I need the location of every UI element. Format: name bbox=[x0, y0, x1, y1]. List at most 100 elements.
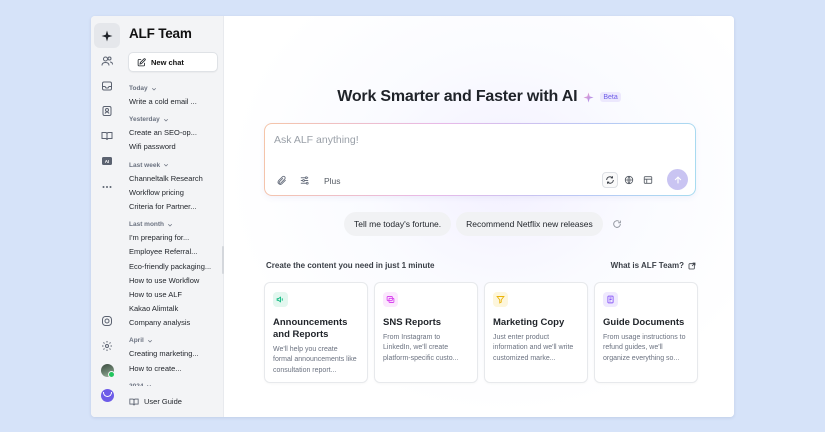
app-window: AI ALF Team New chat Today Write a cold e… bbox=[91, 16, 734, 417]
gear-icon[interactable] bbox=[94, 333, 120, 358]
globe-icon bbox=[624, 175, 634, 184]
history-item[interactable]: Wifi password bbox=[129, 140, 223, 154]
content-card[interactable]: Announcements and Reports We'll help you … bbox=[264, 282, 368, 383]
user-guide-label: User Guide bbox=[144, 397, 182, 406]
history-item[interactable]: Write a cold email ... bbox=[129, 95, 223, 109]
new-chat-label: New chat bbox=[151, 57, 184, 67]
history-group-label: Yesterday bbox=[129, 116, 160, 124]
hero-title: Work Smarter and Faster with AI bbox=[337, 88, 578, 105]
ask-input[interactable]: Ask ALF anything! bbox=[274, 134, 359, 146]
bot-icon[interactable] bbox=[94, 308, 120, 333]
section-header: Create the content you need in just 1 mi… bbox=[266, 261, 696, 270]
inbox-icon[interactable] bbox=[94, 73, 120, 98]
svg-text:AI: AI bbox=[105, 159, 110, 164]
suggestions: Tell me today's fortune. Recommend Netfl… bbox=[344, 212, 622, 236]
chevron-down-icon bbox=[151, 87, 156, 91]
people-icon[interactable] bbox=[94, 48, 120, 73]
history-item[interactable]: Company analysis bbox=[129, 316, 223, 330]
ask-actions bbox=[602, 169, 688, 190]
card-title: Marketing Copy bbox=[493, 317, 565, 328]
history-item[interactable]: Workflow pricing bbox=[129, 186, 223, 200]
main-content: Work Smarter and Faster with AI Beta Ask… bbox=[224, 16, 734, 417]
ask-box[interactable]: Ask ALF anything! Plus bbox=[264, 123, 696, 196]
chevron-down-icon bbox=[164, 164, 169, 167]
card-title: Guide Documents bbox=[603, 317, 685, 328]
card-description: From Instagram to LinkedIn, we'll create… bbox=[383, 334, 459, 362]
content-card[interactable]: Marketing Copy Just enter product informa… bbox=[484, 282, 588, 383]
history-group-label: Today bbox=[129, 85, 148, 92]
send-button[interactable] bbox=[667, 169, 688, 190]
refresh-icon bbox=[606, 175, 614, 184]
content-cards: Announcements and Reports We'll help you … bbox=[264, 282, 698, 383]
team-logo-button[interactable] bbox=[94, 383, 120, 408]
sparkle-icon bbox=[583, 91, 594, 103]
plus-label[interactable]: Plus bbox=[324, 176, 341, 186]
history-group-header[interactable]: Last week bbox=[129, 159, 223, 172]
beta-badge: Beta bbox=[600, 92, 621, 102]
team-logo-icon bbox=[100, 389, 114, 402]
document-icon bbox=[603, 292, 618, 307]
history-group-label: Last month bbox=[129, 221, 165, 229]
history-group-header[interactable]: April bbox=[129, 334, 223, 347]
sidebar-title: ALF Team bbox=[129, 26, 192, 41]
sidebar: ALF Team New chat Today Write a cold emai… bbox=[123, 16, 224, 417]
history-item[interactable]: Kakao Alimtalk bbox=[129, 302, 223, 316]
history-item[interactable]: How to create... bbox=[129, 362, 223, 376]
card-title: Announcements and Reports bbox=[273, 317, 348, 340]
card-description: Just enter product information and we'll… bbox=[493, 334, 574, 362]
card-description: From usage instructions to refund guides… bbox=[603, 334, 686, 362]
history-item[interactable]: Creating marketing... bbox=[129, 347, 223, 361]
history-item[interactable]: Criteria for Partner... bbox=[129, 200, 223, 214]
chat-icon bbox=[383, 292, 398, 307]
book-open-icon bbox=[129, 398, 139, 405]
table-button[interactable] bbox=[640, 172, 656, 188]
funnel-icon bbox=[493, 292, 508, 307]
history-group-header[interactable]: Last month bbox=[129, 218, 223, 231]
user-avatar[interactable] bbox=[94, 358, 120, 383]
nav-rail: AI bbox=[91, 16, 123, 417]
card-title: SNS Reports bbox=[383, 317, 442, 328]
chat-history: Today Write a cold email ... Yesterday Crea… bbox=[129, 82, 223, 397]
contacts-icon[interactable] bbox=[94, 99, 120, 124]
arrow-up-icon bbox=[674, 175, 681, 183]
avatar bbox=[100, 364, 115, 378]
chevron-down-icon bbox=[163, 118, 168, 122]
history-item[interactable]: How to use ALF bbox=[129, 288, 223, 302]
content-card[interactable]: SNS Reports From Instagram to LinkedIn, w… bbox=[374, 282, 478, 383]
refresh-mode-button[interactable] bbox=[602, 171, 618, 188]
new-chat-button[interactable]: New chat bbox=[128, 52, 218, 72]
content-card[interactable]: Guide Documents From usage instructions t… bbox=[594, 282, 698, 383]
history-item[interactable]: Create an SEO-op... bbox=[129, 126, 223, 140]
table-icon bbox=[643, 175, 653, 184]
card-description: We'll help you create formal announcemen… bbox=[273, 346, 357, 374]
refresh-suggestions-icon[interactable] bbox=[612, 219, 622, 229]
book-icon[interactable] bbox=[94, 124, 120, 149]
history-item[interactable]: Employee Referral... bbox=[129, 245, 223, 259]
ask-tools: Plus bbox=[276, 175, 341, 186]
edit-icon bbox=[137, 57, 146, 66]
what-is-label: What is ALF Team? bbox=[610, 261, 684, 270]
chevron-down-icon bbox=[147, 339, 152, 343]
history-item[interactable]: I'm preparing for... bbox=[129, 231, 223, 245]
what-is-link[interactable]: What is ALF Team? bbox=[611, 261, 696, 270]
history-item[interactable]: How to use Workflow bbox=[129, 274, 223, 288]
suggestion-chip[interactable]: Tell me today's fortune. bbox=[344, 212, 452, 236]
history-group-label: Last week bbox=[129, 161, 161, 169]
suggestion-chip[interactable]: Recommend Netflix new releases bbox=[456, 212, 603, 236]
ai-icon[interactable]: AI bbox=[94, 149, 120, 174]
more-icon[interactable] bbox=[94, 174, 120, 199]
history-group-label: April bbox=[129, 337, 144, 345]
history-item[interactable]: Eco-friendly packaging... bbox=[129, 260, 223, 274]
history-group-header[interactable]: Today bbox=[129, 82, 223, 95]
paperclip-icon[interactable] bbox=[276, 175, 287, 186]
hero: Work Smarter and Faster with AI Beta bbox=[224, 88, 734, 106]
history-item[interactable]: Channeltalk Research bbox=[129, 172, 223, 186]
globe-button[interactable] bbox=[621, 172, 637, 188]
section-title: Create the content you need in just 1 mi… bbox=[266, 261, 435, 270]
external-link-icon bbox=[688, 262, 696, 269]
user-guide-button[interactable]: User Guide bbox=[123, 386, 223, 417]
sparkle-icon[interactable] bbox=[94, 23, 120, 48]
megaphone-icon bbox=[273, 292, 288, 307]
sliders-icon[interactable] bbox=[299, 175, 310, 186]
history-group-header[interactable]: Yesterday bbox=[129, 113, 223, 126]
